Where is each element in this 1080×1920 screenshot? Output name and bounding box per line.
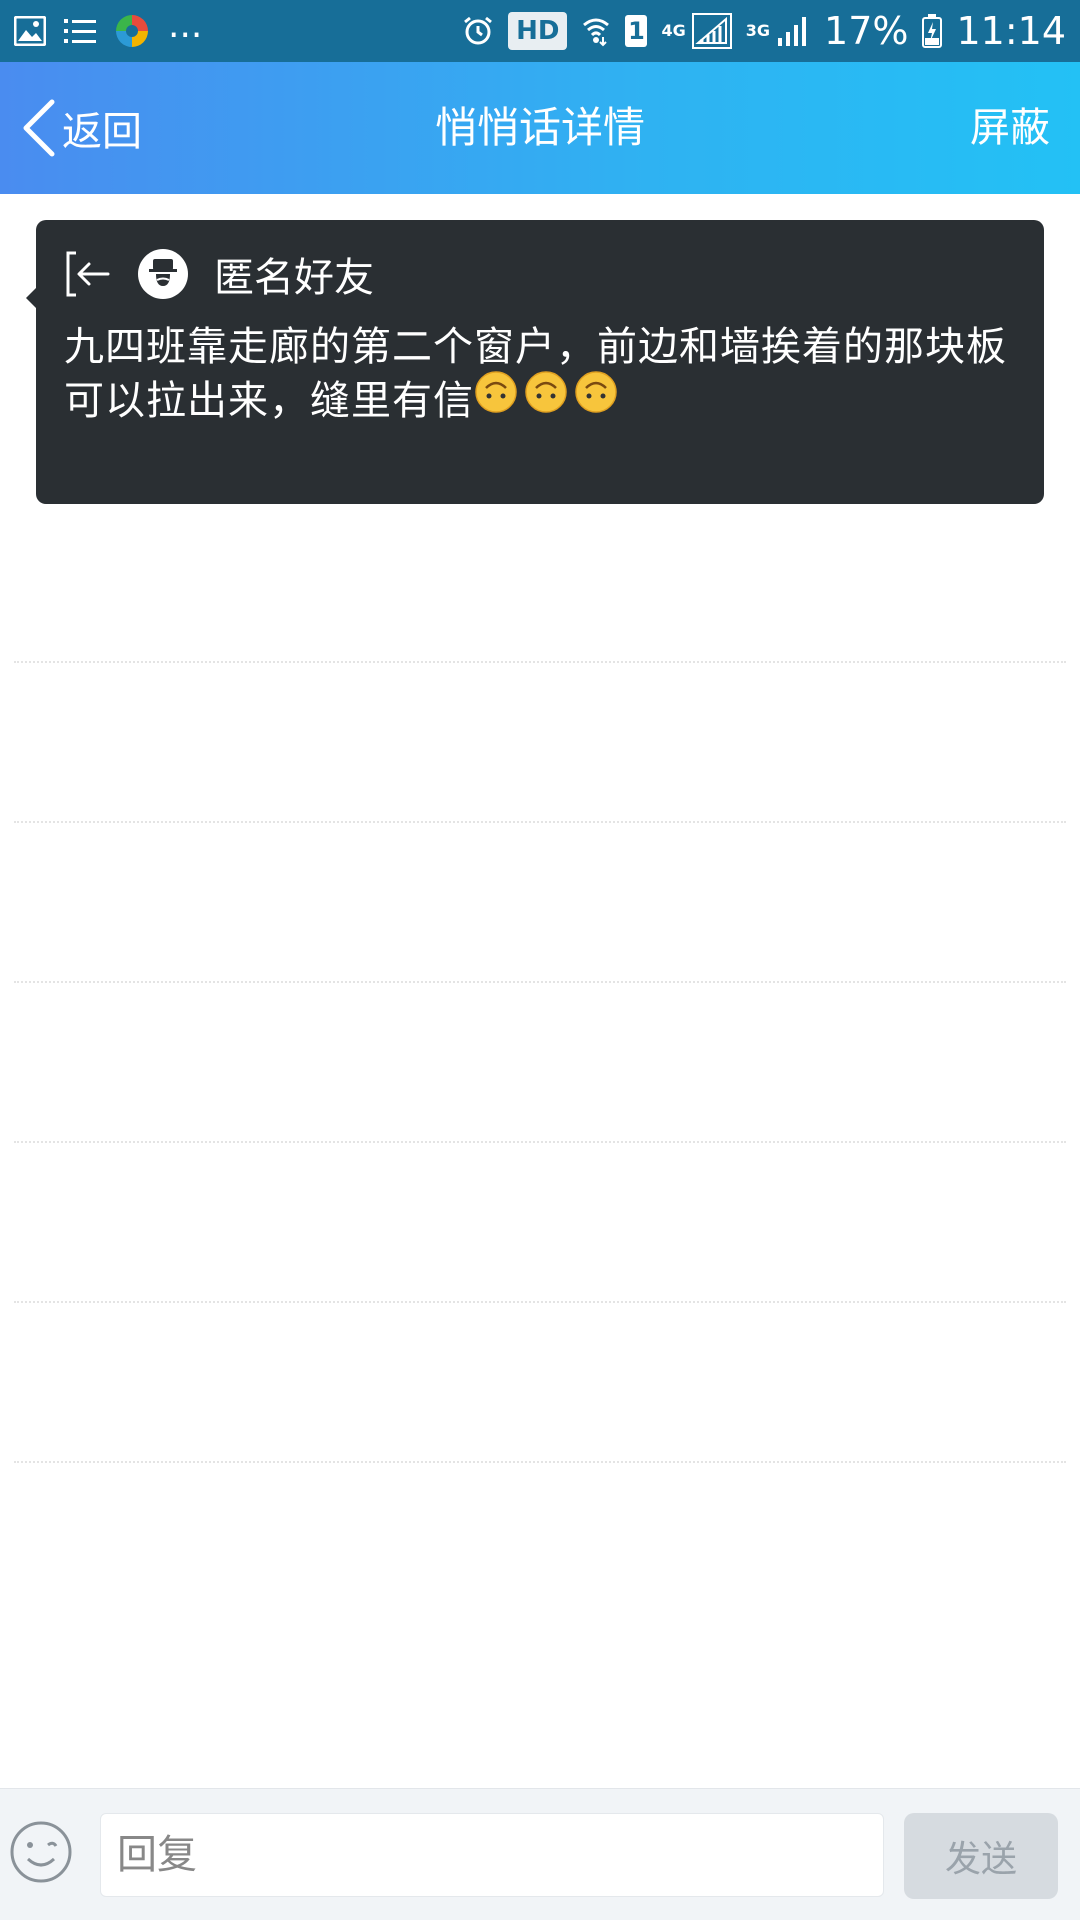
network-4g-label: 4G [661, 21, 686, 40]
gallery-icon [14, 16, 46, 46]
page-title: 悄悄话详情 [434, 103, 645, 152]
block-button[interactable]: 屏蔽 [970, 96, 1050, 160]
network-3g-label: 3G [745, 21, 771, 40]
clock: 11:14 [956, 9, 1066, 53]
signal-strength-icon [776, 14, 810, 48]
status-bar-left: ... [14, 8, 220, 49]
status-bar-right: HD 1 4G 3G 17% 11:14 [448, 9, 1066, 53]
chevron-left-icon [20, 98, 56, 158]
signal-icon [691, 13, 732, 49]
more-notifications-indicator: ... [168, 5, 203, 46]
ruled-line [14, 1301, 1066, 1303]
back-label: 返回 [62, 109, 142, 155]
upside-down-face-icon [474, 370, 518, 428]
reply-bar: 发送 [0, 1788, 1080, 1920]
smiley-face-icon [10, 1821, 72, 1883]
hd-badge: HD [508, 12, 568, 50]
list-icon [64, 17, 96, 45]
battery-charging-icon [922, 14, 943, 48]
app-icon [114, 13, 150, 49]
ruled-line [14, 661, 1066, 663]
ruled-line [14, 821, 1066, 823]
back-button[interactable]: 返回 [20, 96, 142, 160]
emoji-row [474, 370, 624, 428]
emoji-button[interactable] [8, 1819, 74, 1885]
anonymous-avatar-icon [138, 249, 188, 299]
upside-down-face-icon [524, 370, 568, 428]
ruled-line [14, 1461, 1066, 1463]
reply-input[interactable] [100, 1813, 884, 1897]
message-card: 匿名好友 九四班靠走廊的第二个窗户，前边和墙挨着的那块板可以拉出来，缝里有信 [26, 220, 1044, 504]
sender-name: 匿名好友 [214, 255, 374, 301]
sim-badge: 1 [625, 15, 648, 47]
message-header: 匿名好友 [64, 246, 374, 302]
incoming-icon [64, 251, 112, 297]
ruled-line [14, 1141, 1066, 1143]
card-pointer [26, 288, 36, 308]
message-body: 九四班靠走廊的第二个窗户，前边和墙挨着的那块板可以拉出来，缝里有信 [64, 320, 1024, 428]
send-button[interactable]: 发送 [904, 1813, 1058, 1899]
upside-down-face-icon [574, 370, 618, 428]
battery-percentage: 17% [824, 9, 909, 53]
nav-bar: 返回 悄悄话详情 屏蔽 [0, 62, 1080, 194]
alarm-icon [462, 15, 494, 47]
ruled-line [14, 981, 1066, 983]
wifi-icon [581, 15, 611, 47]
status-bar: ... HD 1 4G 3G 17% 11:14 [0, 0, 1080, 62]
